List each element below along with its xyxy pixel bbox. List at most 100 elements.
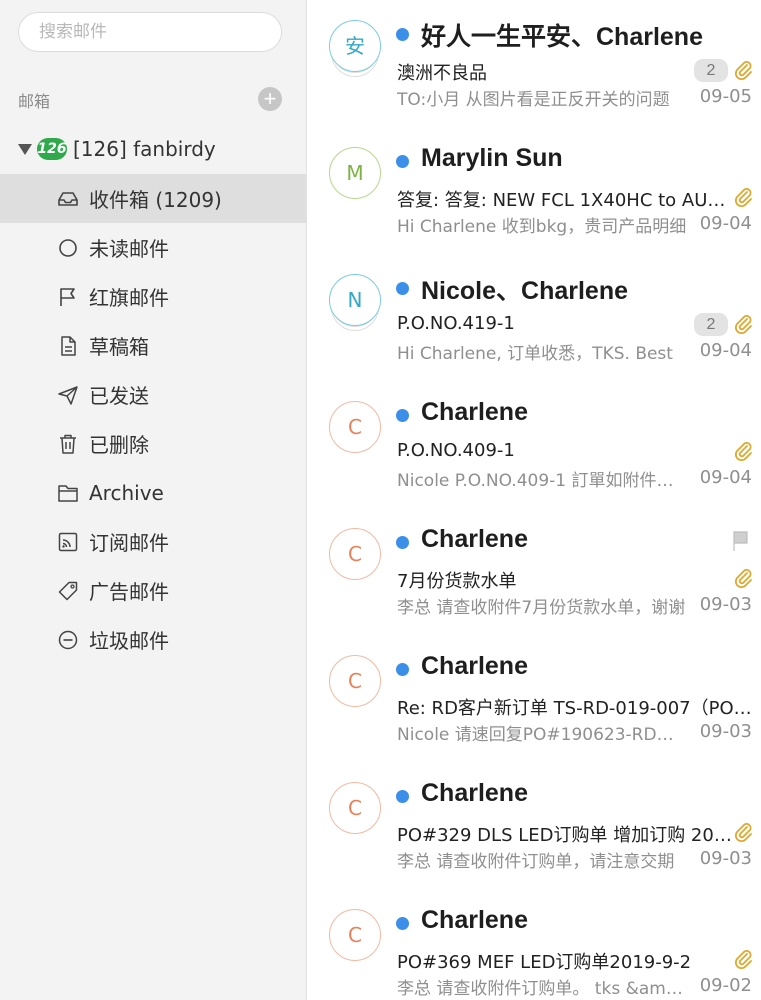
avatar-group: N	[329, 274, 381, 334]
avatar: N	[329, 274, 381, 326]
tag-icon	[57, 580, 79, 602]
flag-icon	[57, 286, 79, 308]
sender-name: Marylin Sun	[421, 144, 563, 172]
avatar-group: C	[329, 655, 381, 715]
message-row[interactable]: C Charlene Re: RD客户新订单 TS-RD-019-007（PO#…	[307, 635, 761, 762]
folder-label: 红旗邮件	[89, 286, 169, 310]
avatar-group: C	[329, 401, 381, 461]
sender-name: 好人一生平安、Charlene	[421, 23, 703, 51]
message-row[interactable]: M Marylin Sun 答复: 答复: NEW FCL 1X40HC to …	[307, 127, 761, 254]
message-preview: Hi Charlene 收到bkg，贵司产品明细	[397, 217, 687, 237]
thread-count-badge: 2	[694, 59, 728, 82]
message-date: 09-03	[699, 594, 752, 615]
sender-name: Charlene	[421, 525, 528, 553]
paper-plane-icon	[57, 384, 79, 406]
avatar: C	[329, 655, 381, 707]
folder-label: Archive	[89, 480, 164, 505]
message-subject: P.O.NO.419-1	[397, 313, 515, 334]
message-subject: 答复: 答复: NEW FCL 1X40HC to AUSTRALIA	[397, 190, 732, 211]
attachment-icon	[734, 442, 752, 462]
message-row[interactable]: C Charlene PO#369 MEF LED订购单2019-9-2 李总 …	[307, 889, 761, 1000]
message-subject: PO#369 MEF LED订购单2019-9-2	[397, 952, 692, 973]
message-subject: 7月份货款水单	[397, 571, 517, 592]
add-mailbox-button[interactable]: +	[258, 87, 282, 111]
sender-name: Nicole、Charlene	[421, 277, 629, 305]
document-icon	[57, 335, 79, 357]
avatar: M	[329, 147, 381, 199]
flag-icon[interactable]	[731, 530, 749, 552]
unread-dot-icon	[396, 790, 409, 803]
attachment-icon	[734, 188, 752, 208]
mailboxes-section-header: 邮箱 +	[18, 86, 284, 112]
folder-label: 垃圾邮件	[89, 629, 169, 653]
message-row[interactable]: 安 好人一生平安、Charlene 澳洲不良品 2 TO:小月 从图片看是正反开…	[307, 0, 761, 127]
message-date: 09-05	[699, 86, 752, 107]
unread-dot-icon	[396, 663, 409, 676]
message-date: 09-04	[699, 467, 752, 488]
message-date: 09-02	[699, 975, 752, 996]
folder-label: 订阅邮件	[89, 531, 169, 555]
sidebar: 邮箱 + 126 [126] fanbirdy 收件箱 (1209) 未读邮件 …	[0, 0, 307, 1000]
attachment-icon	[734, 61, 752, 81]
folder-trash[interactable]: 已删除	[0, 419, 306, 468]
avatar: 安	[329, 20, 381, 72]
folder-archive[interactable]: Archive	[0, 468, 306, 517]
folder-label: 已删除	[89, 433, 149, 457]
message-row[interactable]: C Charlene PO#329 DLS LED订购单 增加订购 2019 李…	[307, 762, 761, 889]
rss-icon	[57, 531, 79, 553]
message-date: 09-04	[699, 213, 752, 234]
message-row[interactable]: C Charlene 7月份货款水单 李总 请查收附件7月份货款水单，谢谢 09…	[307, 508, 761, 635]
sender-name: Charlene	[421, 779, 528, 807]
attachment-icon	[734, 569, 752, 589]
account-logo-icon: 126	[37, 138, 67, 160]
message-preview: Nicole 请速回复PO#190623-RD订单	[397, 725, 687, 745]
avatar-group: 安	[329, 20, 381, 80]
search-input[interactable]	[18, 12, 282, 52]
attachment-icon	[734, 315, 752, 335]
message-list: 安 好人一生平安、Charlene 澳洲不良品 2 TO:小月 从图片看是正反开…	[307, 0, 761, 1000]
unread-dot-icon	[396, 28, 409, 41]
folder-spam[interactable]: 垃圾邮件	[0, 615, 306, 664]
message-preview: TO:小月 从图片看是正反开关的问题	[397, 90, 670, 110]
attachment-icon	[734, 950, 752, 970]
thread-count-badge: 2	[694, 313, 728, 336]
inbox-icon	[57, 188, 79, 210]
avatar: C	[329, 909, 381, 961]
disclosure-triangle-icon[interactable]	[18, 143, 32, 155]
folder-drafts[interactable]: 草稿箱	[0, 321, 306, 370]
section-title: 邮箱	[18, 92, 51, 111]
avatar-group: C	[329, 782, 381, 842]
avatar: C	[329, 401, 381, 453]
folder-label: 草稿箱	[89, 335, 149, 359]
trash-icon	[57, 433, 79, 455]
folder-unread[interactable]: 未读邮件	[0, 223, 306, 272]
avatar-group: C	[329, 528, 381, 588]
folder-flagged[interactable]: 红旗邮件	[0, 272, 306, 321]
folder-list: 收件箱 (1209) 未读邮件 红旗邮件 草稿箱 已发送 已删除 Archive…	[0, 174, 306, 664]
message-preview: 李总 请查收附件订购单。 tks &amp; best	[397, 979, 687, 999]
message-subject: PO#329 DLS LED订购单 增加订购 2019	[397, 825, 732, 846]
folder-ads[interactable]: 广告邮件	[0, 566, 306, 615]
message-row[interactable]: N Nicole、Charlene P.O.NO.419-1 2 Hi Char…	[307, 254, 761, 381]
unread-dot-icon	[396, 155, 409, 168]
unread-dot-icon	[396, 536, 409, 549]
unread-dot-icon	[396, 409, 409, 422]
avatar: C	[329, 782, 381, 834]
message-preview: 李总 请查收附件7月份货款水单，谢谢	[397, 598, 686, 618]
account-row[interactable]: 126 [126] fanbirdy	[18, 134, 298, 164]
folder-sent[interactable]: 已发送	[0, 370, 306, 419]
sender-name: Charlene	[421, 398, 528, 426]
attachment-icon	[734, 823, 752, 843]
avatar: C	[329, 528, 381, 580]
folder-label: 收件箱 (1209)	[89, 188, 222, 212]
circle-icon	[57, 237, 79, 259]
folder-inbox[interactable]: 收件箱 (1209)	[0, 174, 306, 223]
folder-subscriptions[interactable]: 订阅邮件	[0, 517, 306, 566]
sender-name: Charlene	[421, 652, 528, 680]
message-row[interactable]: C Charlene P.O.NO.409-1 Nicole P.O.NO.40…	[307, 381, 761, 508]
folder-icon	[57, 482, 79, 504]
folder-label: 未读邮件	[89, 237, 169, 261]
message-subject: Re: RD客户新订单 TS-RD-019-007（PO#190623）	[397, 698, 754, 719]
message-preview: Hi Charlene, 订单收悉，TKS. Best	[397, 344, 673, 364]
sender-name: Charlene	[421, 906, 528, 934]
